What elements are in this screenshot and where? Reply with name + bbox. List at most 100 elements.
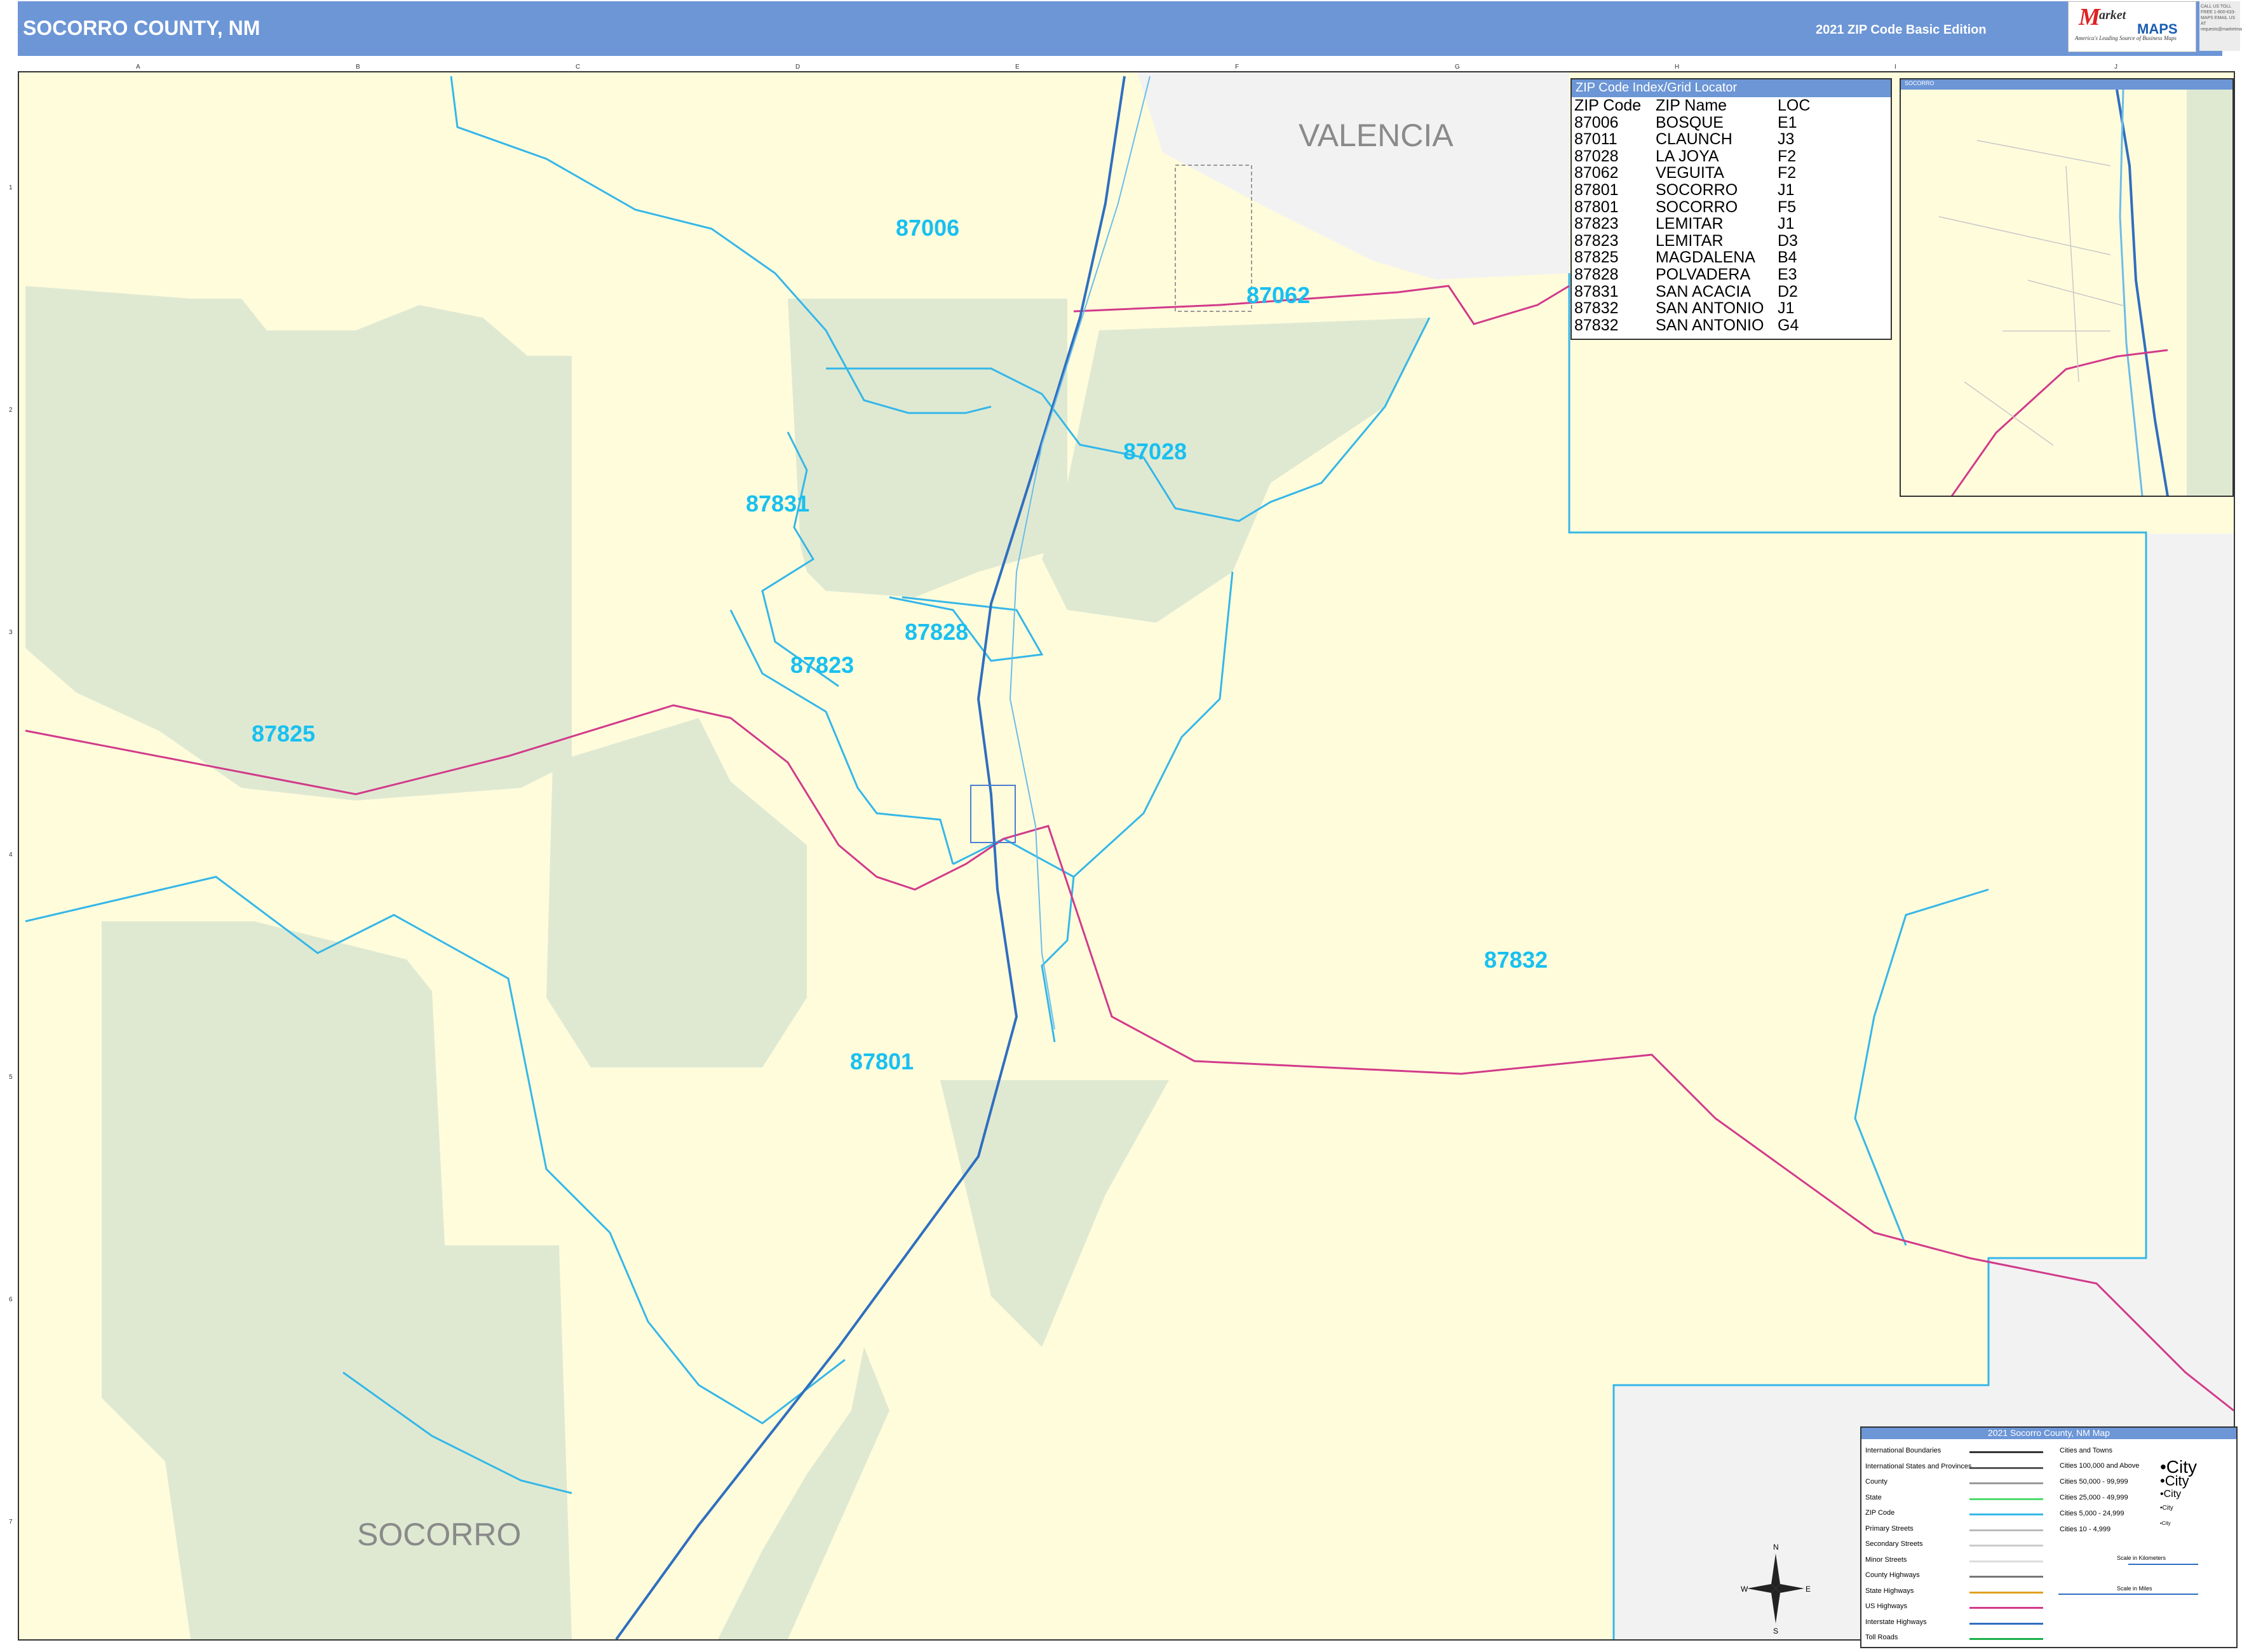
zip-index-name: SAN ANTONIO	[1656, 316, 1764, 334]
grid-row-2: 2	[9, 407, 13, 414]
grid-col-i: I	[1894, 64, 1896, 71]
zip-index-row: 87006 BOSQUE E1	[1572, 114, 1891, 132]
grid-row-4: 4	[9, 851, 13, 858]
zip-index-loc: F2	[1778, 164, 1797, 182]
zip-index-row: 87823 LEMITAR J1	[1572, 215, 1891, 233]
compass-w: W	[1741, 1585, 1748, 1594]
zip-index-name: VEGUITA	[1656, 164, 1724, 182]
zip-index-row: 87062 VEGUITA F2	[1572, 165, 1891, 182]
legend-cities-header: Cities and Towns	[2060, 1447, 2112, 1454]
zip-index-loc: E1	[1778, 113, 1797, 132]
legend-city-size-label: Cities 10 - 4,999	[2060, 1526, 2111, 1533]
zip-index-code: 87823	[1574, 215, 1619, 233]
legend-city-size-label: Cities 100,000 and Above	[2060, 1462, 2140, 1470]
legend-line-swatch	[1969, 1638, 2043, 1640]
grid-col-b: B	[356, 64, 360, 71]
legend-city-sample: •City	[2160, 1473, 2189, 1489]
legend-line-swatch	[1969, 1513, 2043, 1515]
zip-index-code: 87006	[1574, 113, 1619, 132]
zip-index-code: 87011	[1574, 130, 1617, 149]
inset-river	[2119, 89, 2144, 496]
legend-line-swatch	[1969, 1482, 2043, 1484]
zip-index-code: 87801	[1574, 198, 1619, 216]
grid-row-6: 6	[9, 1296, 13, 1303]
grid-col-f: F	[1235, 64, 1239, 71]
grid-col-h: H	[1675, 64, 1680, 71]
legend-line-label: International States and Provinces	[1865, 1462, 1972, 1470]
grid-col-c: C	[576, 64, 581, 71]
zip-label-87828: 87828	[905, 619, 969, 645]
grid-row-5: 5	[9, 1074, 13, 1081]
zip-index-loc: J3	[1778, 130, 1795, 149]
zip-index-row: 87828 POLVADERA E3	[1572, 266, 1891, 283]
legend-line-swatch	[1969, 1451, 2043, 1453]
grid-col-d: D	[795, 64, 800, 71]
zip-index-name: SOCORRO	[1656, 180, 1738, 199]
legend-city-size-label: Cities 50,000 - 99,999	[2060, 1478, 2128, 1486]
zip-index-name: SAN ANTONIO	[1656, 299, 1764, 318]
legend-line-label: Minor Streets	[1865, 1555, 1907, 1564]
zip-index-box: ZIP Code Index/Grid Locator ZIP Code ZIP…	[1570, 78, 1892, 340]
legend-scale-km: Scale in Kilometers	[2117, 1555, 2166, 1561]
legend-line-label: County	[1865, 1478, 1887, 1486]
legend-line-label: Interstate Highways	[1865, 1618, 1927, 1626]
zip-index-name: SAN ACACIA	[1656, 282, 1752, 301]
map-legend: 2021 Socorro County, NM Map Internationa…	[1860, 1426, 2238, 1648]
zip-index-code: 87801	[1574, 180, 1619, 199]
legend-city-size-label: Cities 25,000 - 49,999	[2060, 1494, 2128, 1501]
legend-line-swatch	[1969, 1591, 2043, 1594]
inset-forest	[2187, 90, 2232, 496]
zip-index-row: 87832 SAN ANTONIO G4	[1572, 317, 1891, 334]
zip-index-code: 87823	[1574, 231, 1619, 250]
zip-label-87801: 87801	[850, 1048, 914, 1074]
legend-line-label: ZIP Code	[1865, 1509, 1895, 1517]
compass-n: N	[1773, 1543, 1779, 1552]
col-header-name: ZIP Name	[1656, 97, 1727, 114]
col-header-loc: LOC	[1778, 97, 1811, 114]
legend-line-swatch	[1969, 1529, 2043, 1531]
zip-index-loc: J1	[1778, 180, 1795, 199]
legend-line-label: State	[1865, 1493, 1882, 1501]
zip-label-87006: 87006	[896, 215, 960, 241]
legend-line-label: County Highways	[1865, 1571, 1920, 1579]
compass-e: E	[1806, 1585, 1811, 1594]
zip-label-87831: 87831	[746, 491, 810, 517]
zip-index-code: 87832	[1574, 299, 1619, 318]
zip-index-name: BOSQUE	[1656, 113, 1724, 132]
zip-label-87028: 87028	[1123, 438, 1187, 464]
legend-city-sample: •City	[2160, 1505, 2173, 1512]
zip-index-row: 87801 SOCORRO J1	[1572, 182, 1891, 199]
legend-line-swatch	[1969, 1622, 2043, 1625]
zip-index-loc: D3	[1778, 231, 1798, 250]
zip-index-title: ZIP Code Index/Grid Locator	[1572, 79, 1891, 97]
legend-line-label: Secondary Streets	[1865, 1540, 1923, 1548]
zip-index-row: 87011 CLAUNCH J3	[1572, 131, 1891, 148]
socorro-inset-map: SOCORRO	[1900, 78, 2234, 497]
zip-index-code: 87825	[1574, 248, 1619, 267]
zip-index-loc: F2	[1778, 147, 1797, 165]
zip-index-name: LEMITAR	[1656, 231, 1724, 250]
zip-index-name: CLAUNCH	[1656, 130, 1732, 149]
legend-line-swatch	[1969, 1560, 2043, 1562]
legend-line-label: Toll Roads	[1865, 1634, 1898, 1641]
zip-index-name: SOCORRO	[1656, 198, 1738, 216]
zip-label-87823: 87823	[790, 652, 854, 678]
legend-line-label: International Boundaries	[1865, 1447, 1941, 1454]
grid-col-j: J	[2114, 64, 2117, 71]
zip-index-code: 87831	[1574, 282, 1619, 301]
legend-line-label: Primary Streets	[1865, 1524, 1914, 1533]
zip-index-loc: E3	[1778, 265, 1797, 283]
zip-index-row: 87801 SOCORRO F5	[1572, 198, 1891, 216]
col-header-zip: ZIP Code	[1574, 97, 1642, 114]
grid-row-3: 3	[9, 629, 13, 636]
legend-line-swatch	[1969, 1466, 2043, 1469]
zip-index-loc: J1	[1778, 215, 1795, 233]
zip-index-name: POLVADERA	[1656, 265, 1751, 283]
inset-title: SOCORRO	[1901, 79, 2232, 90]
legend-scale-mi: Scale in Miles	[2117, 1585, 2152, 1592]
zip-index-header: ZIP Code ZIP Name LOC	[1572, 97, 1891, 114]
grid-row-7: 7	[9, 1519, 13, 1526]
zip-label-87832: 87832	[1484, 947, 1548, 973]
zip-index-loc: F5	[1778, 198, 1797, 216]
zip-index-name: LA JOYA	[1656, 147, 1719, 165]
